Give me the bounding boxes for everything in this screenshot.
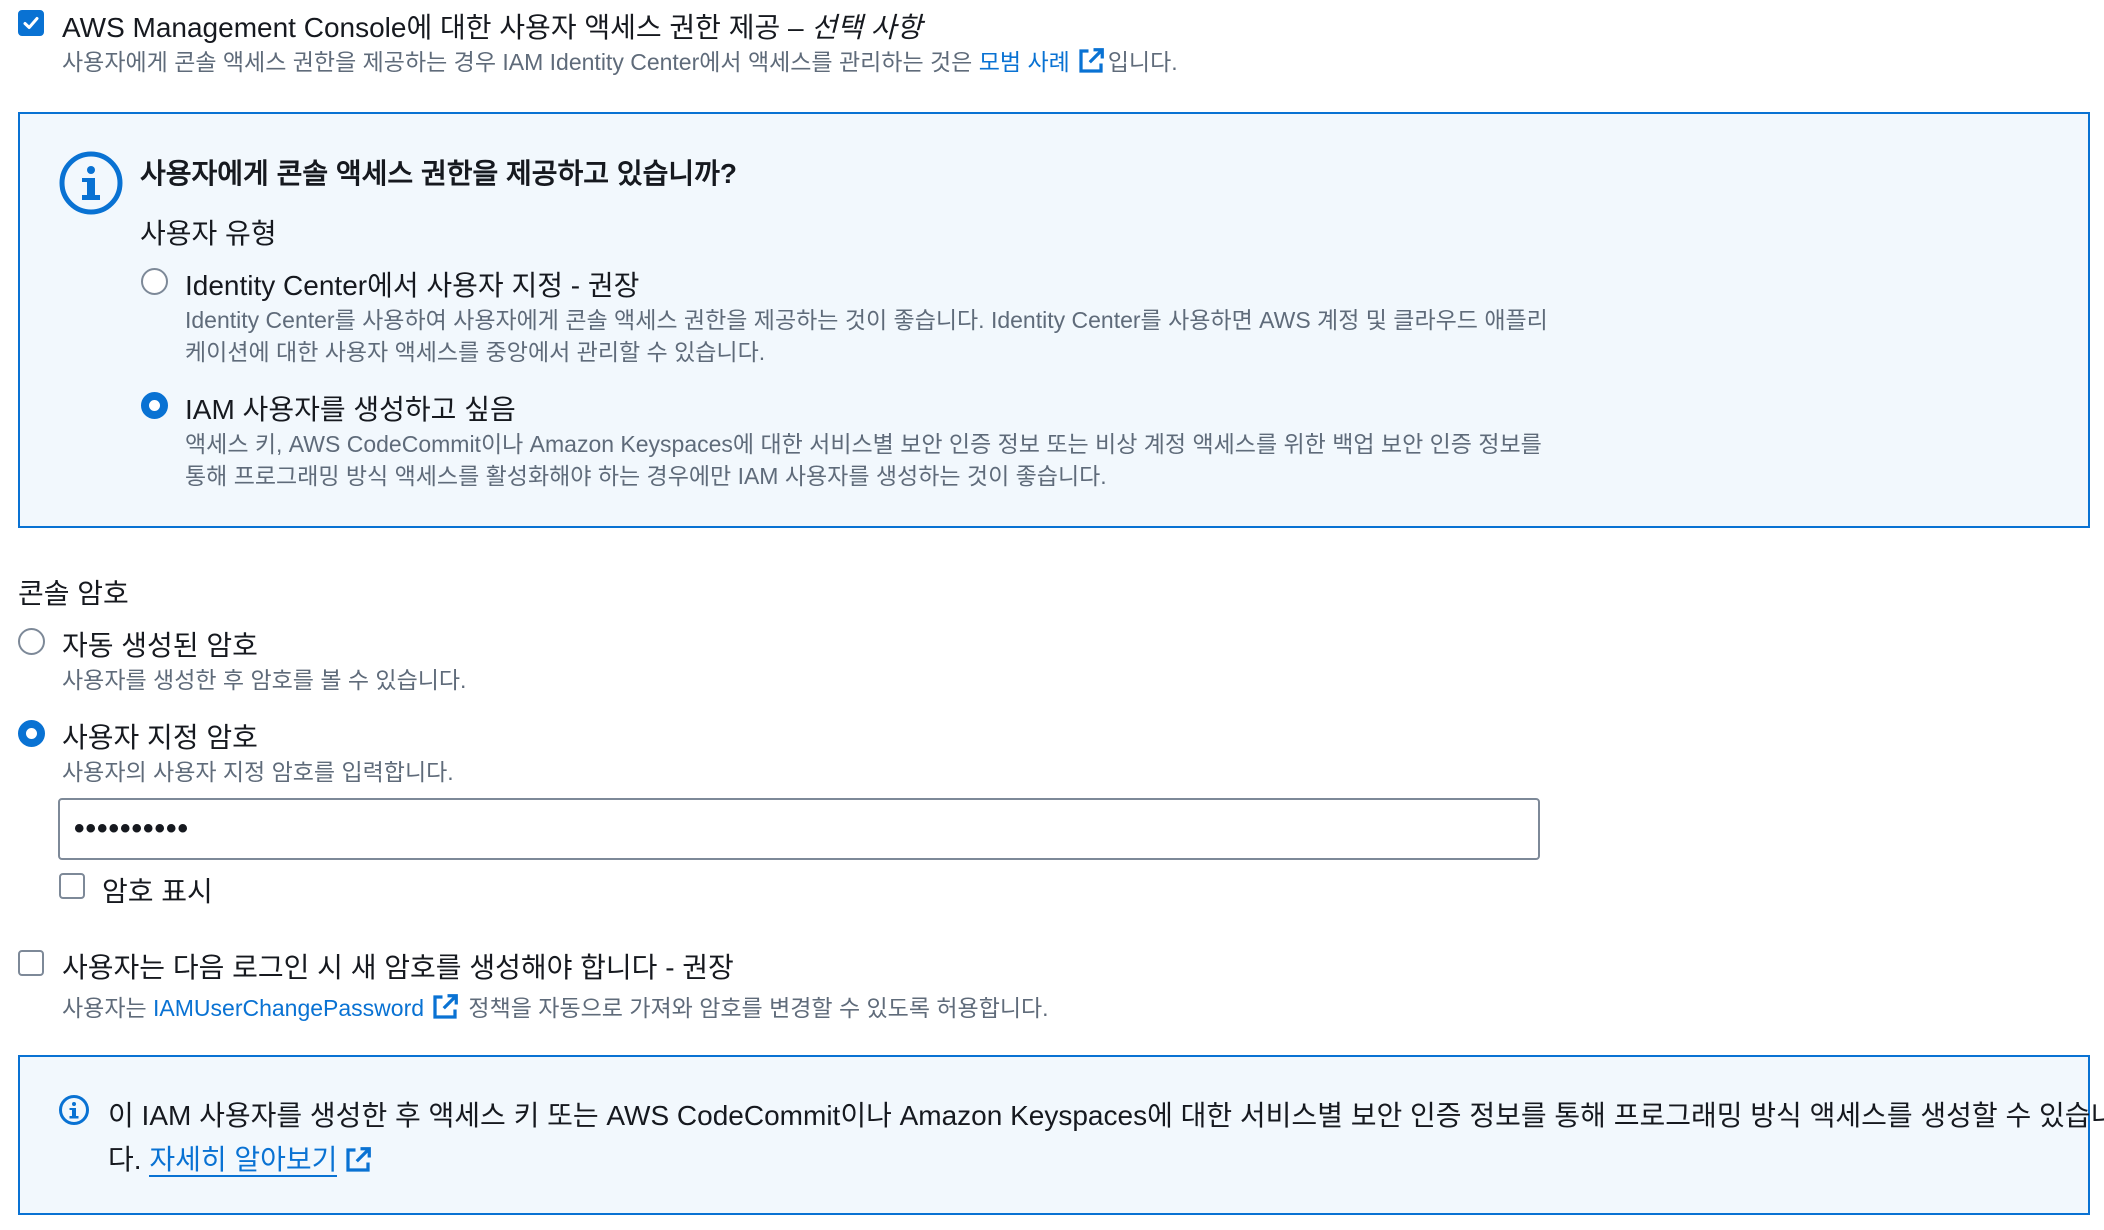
external-link-icon[interactable] [430,992,460,1022]
password-input[interactable]: •••••••••• [58,798,1540,860]
user-type-label: 사용자 유형 [140,218,277,249]
learn-more-link[interactable]: 자세히 알아보기 [149,1144,338,1177]
console-password-heading: 콘솔 암호 [18,578,129,609]
identity-center-option-desc-line2: 케이션에 대한 사용자 액세스를 중앙에서 관리할 수 있습니다. [185,339,766,365]
require-reset-desc: 사용자는 IAMUserChangePassword 정책을 자동으로 가져와 … [62,992,1049,1024]
radio-custom-password[interactable] [18,720,45,747]
password-value: •••••••••• [74,812,190,845]
iam-user-change-password-link[interactable]: IAMUserChangePassword [153,995,424,1021]
checkmark-icon [23,17,39,29]
custom-password-label: 사용자 지정 암호 [62,722,258,753]
external-link-icon[interactable] [1076,46,1106,76]
console-access-description: 사용자에게 콘솔 액세스 권한을 제공하는 경우 IAM Identity Ce… [62,46,1178,78]
radio-iam-user[interactable] [141,392,168,419]
info-icon [58,150,124,216]
identity-center-option-label: Identity Center에서 사용자 지정 - 권장 [185,270,640,301]
console-access-label: AWS Management Console에 대한 사용자 액세스 권한 제공… [62,12,923,43]
radio-auto-generated-password[interactable] [18,628,45,655]
show-password-label: 암호 표시 [102,876,213,907]
iam-user-option-desc-line2: 통해 프로그래밍 방식 액세스를 활성화해야 하는 경우에만 IAM 사용자를 … [185,463,1107,489]
bottom-info-text-line1: 이 IAM 사용자를 생성한 후 액세스 키 또는 AWS CodeCommit… [108,1100,2104,1131]
programmatic-access-info-box [18,1055,2090,1215]
require-reset-label: 사용자는 다음 로그인 시 새 암호를 생성해야 합니다 - 권장 [62,952,734,983]
identity-center-option-desc-line1: Identity Center를 사용하여 사용자에게 콘솔 액세스 권한을 제… [185,307,1548,333]
bottom-info-text-line2: 다. 자세히 알아보기 [108,1138,375,1178]
external-link-icon[interactable] [343,1145,373,1175]
optional-tag: 선택 사항 [811,12,923,43]
console-access-checkbox[interactable] [18,10,44,36]
show-password-checkbox[interactable] [59,873,85,899]
iam-user-option-desc-line1: 액세스 키, AWS CodeCommit이나 Amazon Keyspaces… [185,431,1542,457]
auto-password-label: 자동 생성된 암호 [62,630,258,661]
best-practice-link[interactable]: 모범 사례 [979,49,1070,75]
radio-identity-center[interactable] [141,268,168,295]
info-panel-title: 사용자에게 콘솔 액세스 권한을 제공하고 있습니까? [140,158,737,189]
info-icon [58,1094,90,1126]
iam-user-option-label: IAM 사용자를 생성하고 싶음 [185,394,516,425]
require-reset-checkbox[interactable] [18,950,44,976]
auto-password-desc: 사용자를 생성한 후 암호를 볼 수 있습니다. [62,667,467,693]
custom-password-desc: 사용자의 사용자 지정 암호를 입력합니다. [62,759,454,785]
